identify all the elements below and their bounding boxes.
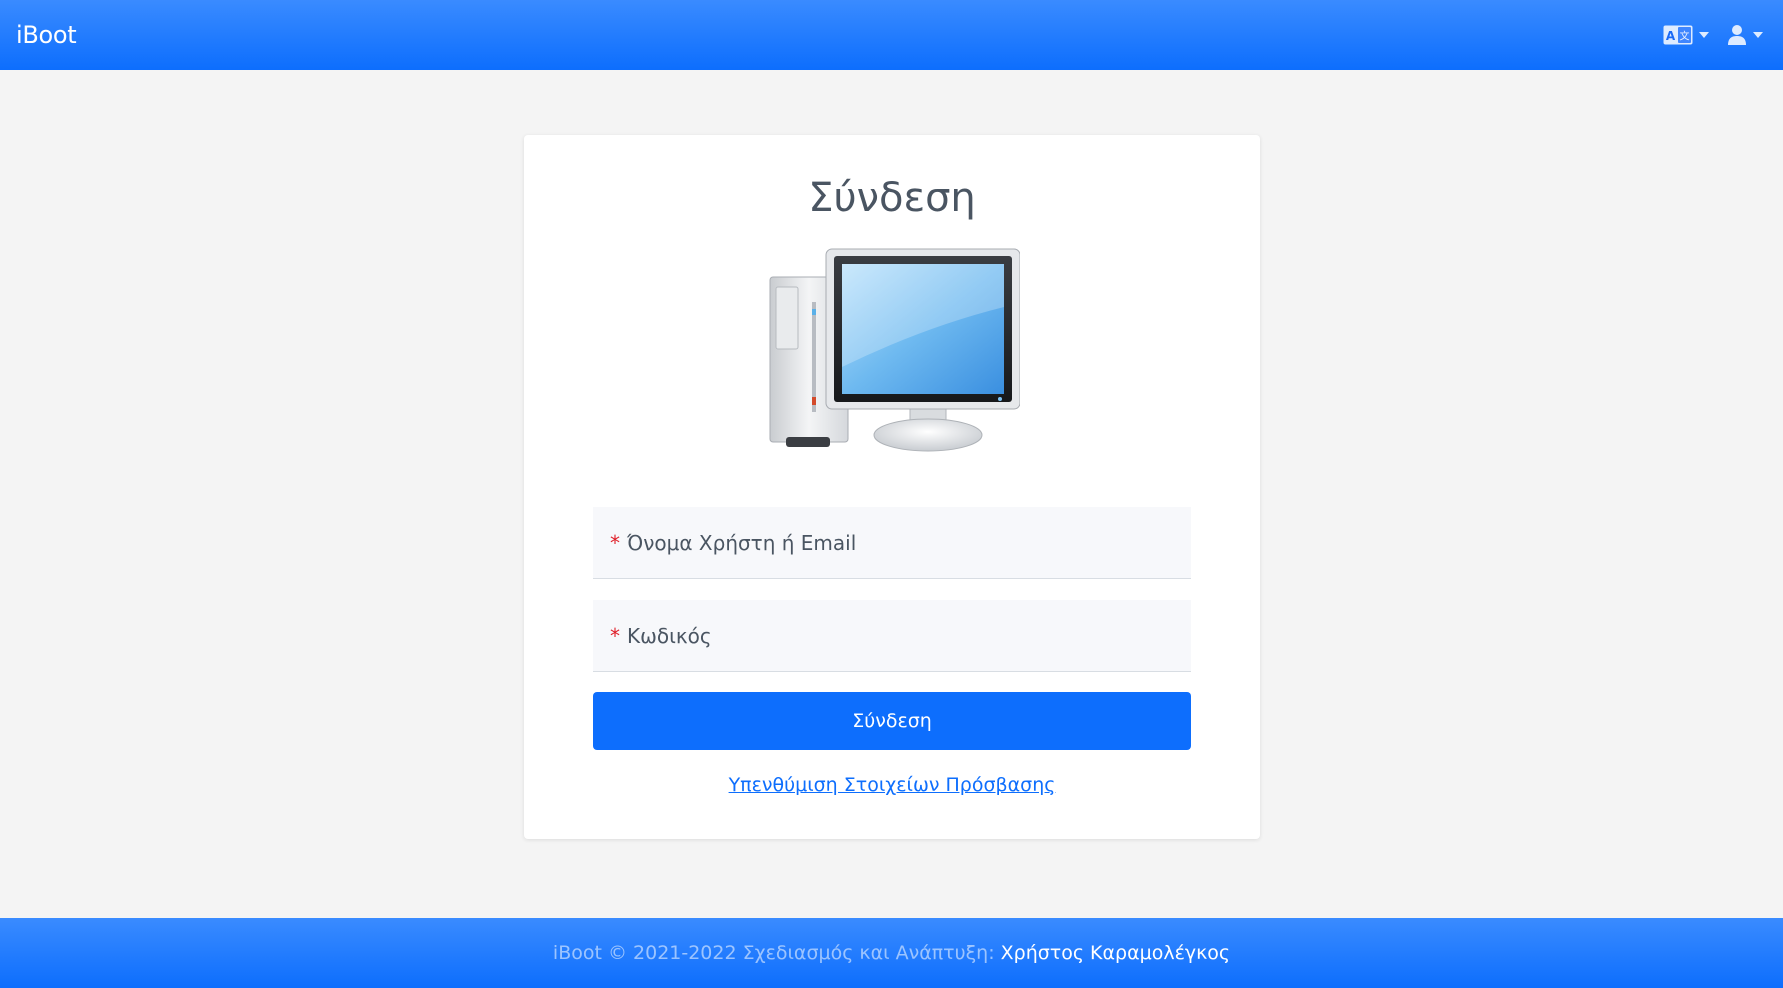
remind-credentials-link[interactable]: Υπενθύμιση Στοιχείων Πρόσβασης xyxy=(729,774,1056,796)
required-mark: * xyxy=(610,623,620,648)
svg-text:A: A xyxy=(1666,29,1676,43)
desktop-computer-icon xyxy=(764,247,1021,461)
language-translate-icon: A 文 xyxy=(1663,25,1693,45)
login-card: Σύνδεση * Όνομα Χρήστη ή Email * Κωδικός… xyxy=(524,135,1260,839)
footer: iBoot © 2021-2022 Σχεδιασμός και Ανάπτυξ… xyxy=(0,918,1783,988)
password-label: Κωδικός xyxy=(627,623,712,648)
chevron-down-icon xyxy=(1753,32,1763,38)
password-field[interactable]: * Κωδικός xyxy=(593,600,1191,672)
footer-copyright: iBoot © 2021-2022 Σχεδιασμός και Ανάπτυξ… xyxy=(552,942,995,964)
navbar-right: A 文 xyxy=(1663,24,1763,46)
chevron-down-icon xyxy=(1699,32,1709,38)
top-navbar: iBoot A 文 xyxy=(0,0,1783,70)
language-dropdown[interactable]: A 文 xyxy=(1663,25,1709,45)
brand-logo[interactable]: iBoot xyxy=(16,21,77,49)
login-button[interactable]: Σύνδεση xyxy=(593,692,1191,750)
footer-author-link[interactable]: Χρήστος Καραμολέγκος xyxy=(1001,942,1230,964)
required-mark: * xyxy=(610,530,620,555)
username-email-field[interactable]: * Όνομα Χρήστη ή Email xyxy=(593,507,1191,579)
username-email-label: Όνομα Χρήστη ή Email xyxy=(627,530,857,555)
svg-text:文: 文 xyxy=(1680,30,1690,43)
page-title: Σύνδεση xyxy=(808,175,976,221)
user-dropdown[interactable] xyxy=(1727,24,1763,46)
remind-credentials-container: Υπενθύμιση Στοιχείων Πρόσβασης xyxy=(524,774,1260,796)
user-icon xyxy=(1727,24,1747,46)
